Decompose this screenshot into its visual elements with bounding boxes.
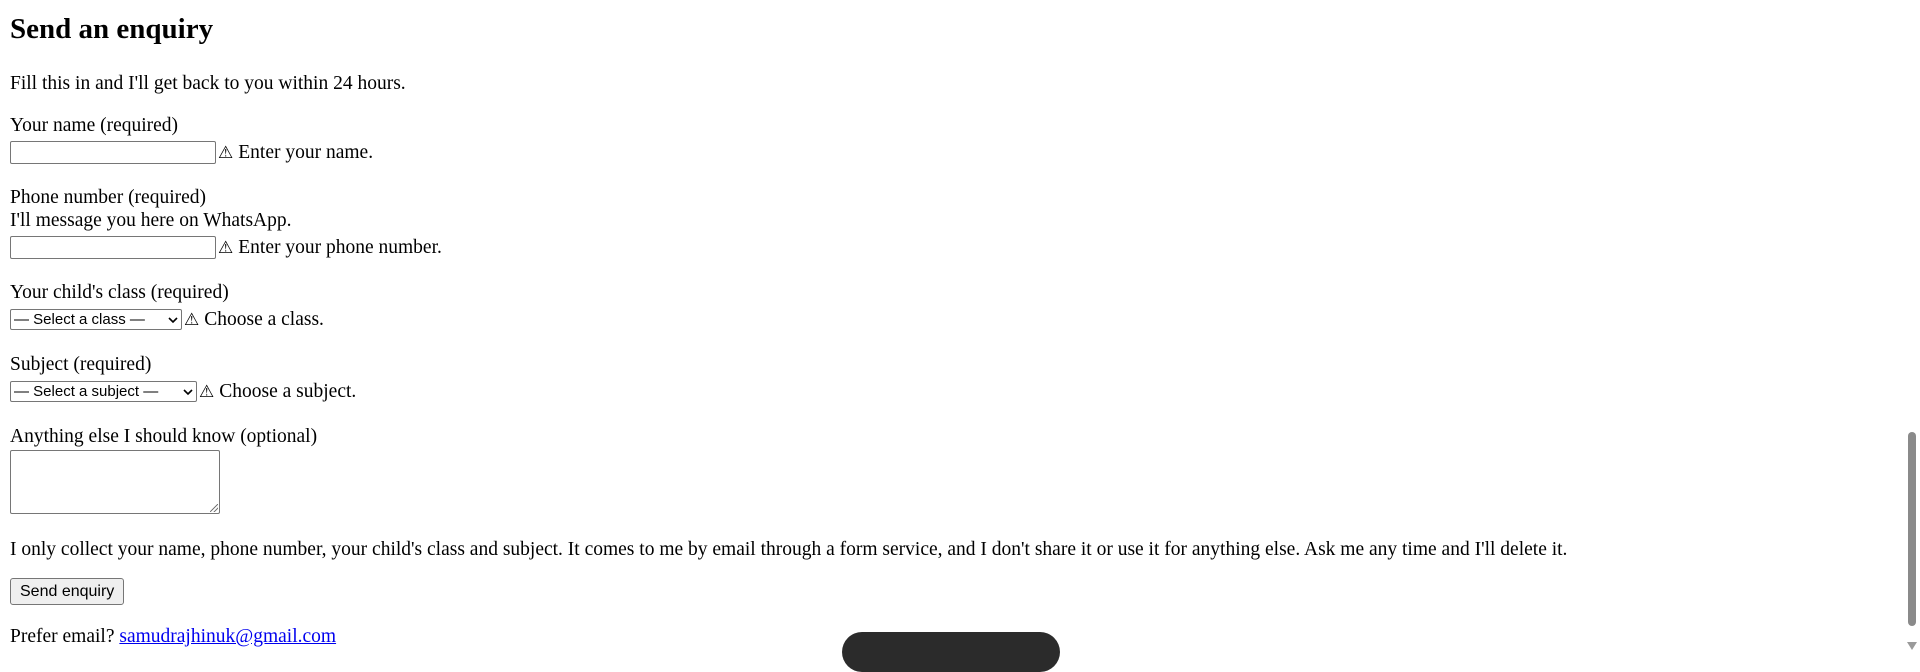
phone-hint: I'll message you here on WhatsApp. xyxy=(10,210,292,232)
scrollbar-thumb[interactable] xyxy=(1908,432,1916,626)
email-link[interactable]: samudrajhinuk@gmail.com xyxy=(119,626,336,647)
warning-icon: ⚠ xyxy=(199,381,215,402)
notes-field-group: Anything else I should know (optional) xyxy=(10,425,1890,515)
subject-error-text: Choose a subject. xyxy=(219,381,357,403)
name-input[interactable] xyxy=(10,141,216,165)
class-field-group: Your child's class (required) — Select a… xyxy=(10,281,1890,333)
send-enquiry-button[interactable]: Send enquiry xyxy=(10,578,125,606)
enquiry-form: Send an enquiry Fill this in and I'll ge… xyxy=(10,0,1890,648)
name-error-text: Enter your name. xyxy=(238,142,374,164)
class-error: ⚠ Choose a class. xyxy=(184,308,324,331)
warning-icon: ⚠ xyxy=(218,142,234,163)
class-select[interactable]: — Select a class — xyxy=(10,309,182,331)
class-label: Your child's class (required) xyxy=(10,282,229,304)
class-select-value: — Select a class — xyxy=(14,310,145,328)
phone-input[interactable] xyxy=(10,236,216,260)
floating-toolbar[interactable] xyxy=(842,632,1060,672)
intro-text: Fill this in and I'll get back to you wi… xyxy=(10,73,406,94)
warning-icon: ⚠ xyxy=(184,309,200,330)
name-label: Your name (required) xyxy=(10,115,179,137)
phone-error-text: Enter your phone number. xyxy=(238,237,442,259)
notes-label: Anything else I should know (optional) xyxy=(10,426,318,448)
resize-handle-icon[interactable] xyxy=(210,504,218,513)
phone-field-group: Phone number (required) I'll message you… xyxy=(10,186,1890,261)
page-scrollbar[interactable] xyxy=(1904,0,1920,654)
class-error-text: Choose a class. xyxy=(204,309,324,331)
subject-select[interactable]: — Select a subject — xyxy=(10,381,197,403)
name-error: ⚠ Enter your name. xyxy=(218,141,373,164)
page-title: Send an enquiry xyxy=(10,13,214,45)
subject-select-value: — Select a subject — xyxy=(14,382,159,400)
subject-error: ⚠ Choose a subject. xyxy=(199,380,356,403)
warning-icon: ⚠ xyxy=(218,237,234,258)
email-prompt: Prefer email? xyxy=(10,626,115,648)
privacy-notice: I only collect your name, phone number, … xyxy=(10,539,1568,561)
notes-textarea[interactable] xyxy=(10,450,220,515)
scroll-down-arrow-icon[interactable] xyxy=(1907,642,1917,650)
name-field-group: Your name (required) ⚠ Enter your name. xyxy=(10,114,1890,166)
subject-label: Subject (required) xyxy=(10,354,152,376)
subject-field-group: Subject (required) — Select a subject — … xyxy=(10,353,1890,405)
chevron-down-icon xyxy=(183,385,193,399)
chevron-down-icon xyxy=(168,313,178,327)
phone-error: ⚠ Enter your phone number. xyxy=(218,236,442,259)
phone-label: Phone number (required) xyxy=(10,187,207,209)
